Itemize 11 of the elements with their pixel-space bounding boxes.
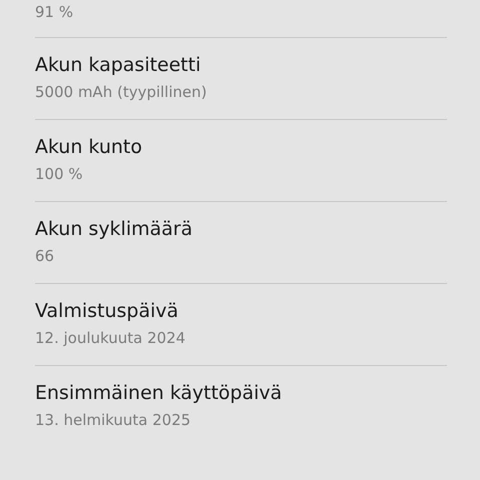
setting-title: Akun kapasiteetti: [35, 53, 201, 78]
setting-value: 13. helmikuuta 2025: [35, 410, 191, 431]
setting-value: 5000 mAh (tyypillinen): [35, 82, 207, 103]
setting-value: 91 %: [35, 2, 74, 23]
setting-title: Akun kunto: [35, 135, 142, 160]
setting-value: 12. joulukuuta 2024: [35, 328, 186, 349]
setting-value: 100 %: [35, 164, 83, 185]
setting-title: Akun syklimäärä: [35, 217, 192, 242]
setting-title: Valmistuspäivä: [35, 299, 178, 324]
setting-value: 66: [35, 246, 54, 267]
setting-title: Ensimmäinen käyttöpäivä: [35, 381, 282, 406]
